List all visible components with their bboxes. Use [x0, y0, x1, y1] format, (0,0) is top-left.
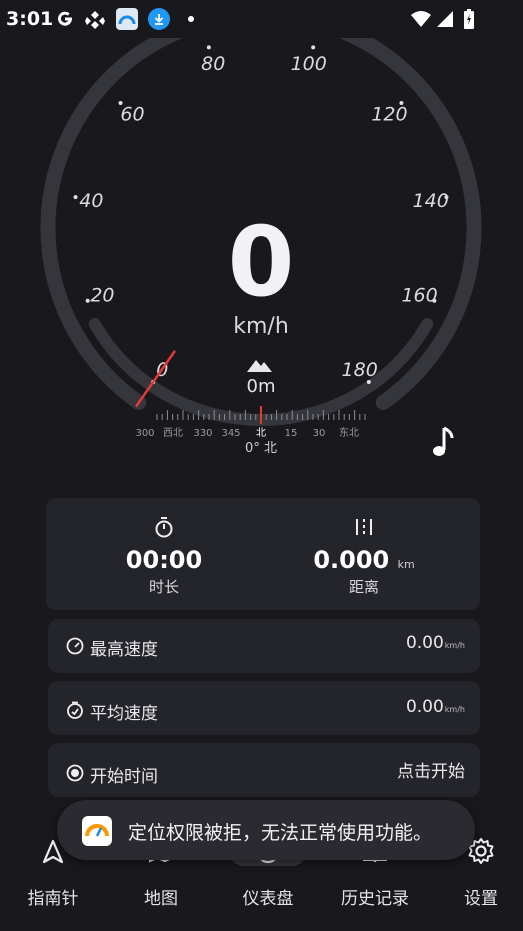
music-note-icon[interactable] — [430, 426, 458, 460]
distance-unit: km — [397, 558, 415, 571]
avg-speed-label: 平均速度 — [90, 704, 158, 724]
distance-icon — [264, 516, 464, 542]
nav-label-dashboard: 仪表盘 — [242, 889, 294, 909]
gauge-scale-label: 20 — [90, 285, 114, 307]
gauge-scale-label: 100 — [291, 53, 327, 75]
compass-label: 东北 — [339, 426, 359, 439]
gauge-scale-label: 180 — [342, 359, 378, 381]
altitude-value: 0m — [246, 376, 276, 397]
nav-label-settings: 设置 — [464, 889, 498, 909]
gauge-tick-dot — [311, 45, 316, 50]
gauge-icon — [66, 637, 84, 655]
nav-label-compass: 指南针 — [27, 889, 79, 909]
avg-speed-icon — [66, 701, 84, 719]
toast-message: 定位权限被拒，无法正常使用功能。 — [128, 822, 433, 844]
duration-label: 时长 — [148, 578, 179, 596]
download-app-icon — [84, 8, 106, 30]
google-icon — [54, 8, 76, 30]
start-time-value[interactable]: 点击开始 — [397, 757, 465, 782]
mountain-icon — [247, 360, 272, 372]
record-icon — [66, 764, 84, 782]
status-bar: 3:01 — [0, 0, 523, 38]
avg-speed-value: 0.00 — [405, 697, 444, 717]
compass-label: 300 — [135, 428, 154, 439]
distance-label: 距离 — [348, 578, 379, 596]
gauge-scale-label: 60 — [120, 104, 144, 126]
nav-label-history: 历史记录 — [341, 889, 409, 909]
signal-icon — [434, 8, 456, 30]
duration-value: 00:00 — [125, 546, 203, 574]
max-speed-label: 最高速度 — [90, 640, 158, 660]
gauge-scale-label: 120 — [371, 104, 407, 126]
gauge-tick-dot — [85, 298, 90, 303]
app-logo-icon — [82, 816, 112, 846]
avg-speed-value-wrap: 0.00km/h — [406, 697, 465, 717]
distance-value: 0.000 — [313, 546, 390, 574]
speed-unit: km/h — [233, 314, 289, 339]
speed-value: 0 — [227, 206, 295, 318]
max-speed-unit: km/h — [444, 641, 465, 650]
distance-stat: 0.000 km 距离 — [264, 516, 464, 597]
status-time: 3:01 — [6, 8, 54, 30]
gauge-scale-label: 40 — [79, 190, 103, 212]
download-notify-icon — [148, 8, 170, 30]
gauge-tick-dot — [73, 195, 78, 200]
gauge-tick-dot — [206, 45, 211, 50]
compass-label: 西北 — [163, 427, 183, 439]
gauge-scale-label: 80 — [201, 53, 225, 75]
cloud-app-icon — [116, 8, 138, 30]
compass-label: 330 — [193, 428, 212, 439]
compass-heading: 0° 北 — [245, 441, 277, 456]
avg-speed-unit: km/h — [444, 705, 465, 714]
compass-label: 30 — [313, 428, 326, 439]
start-time-label: 开始时间 — [90, 767, 158, 787]
max-speed-value: 0.00 — [405, 633, 444, 653]
gauge-scale-label: 140 — [413, 190, 449, 212]
wifi-icon — [410, 8, 432, 30]
dot-icon — [180, 8, 202, 30]
stopwatch-icon — [64, 516, 264, 542]
max-speed-value-wrap: 0.00km/h — [406, 633, 465, 653]
gauge-scale-label: 160 — [401, 285, 437, 307]
nav-label-map: 地图 — [144, 889, 178, 909]
duration-stat: 00:00 时长 — [64, 516, 264, 597]
battery-icon — [458, 8, 480, 30]
